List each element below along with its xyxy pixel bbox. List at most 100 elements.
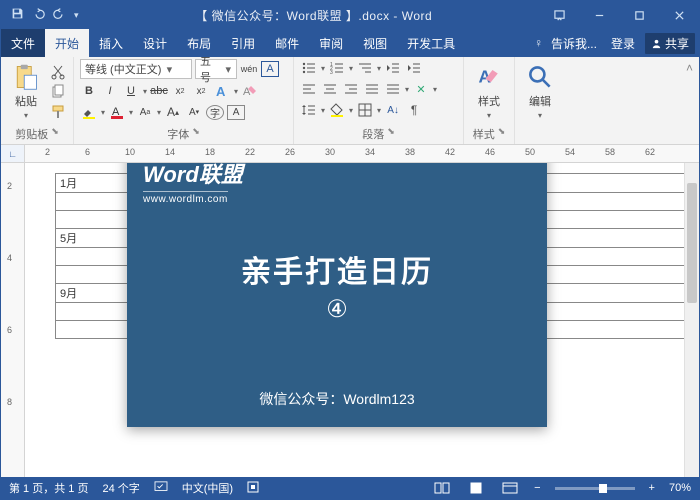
italic-button[interactable]: I — [101, 82, 119, 100]
launcher-icon[interactable]: ⬊ — [51, 126, 59, 142]
zoom-value[interactable]: 70% — [669, 482, 691, 494]
view-web-icon[interactable] — [500, 482, 520, 494]
font-color-icon[interactable]: A — [108, 103, 126, 121]
ruler-horizontal[interactable]: ∟ 261014182226303438424650545862 — [1, 145, 699, 163]
paste-button[interactable]: 粘贴 ▾ — [7, 59, 45, 120]
font-name-combo[interactable]: 等线 (中文正文)▾ — [80, 59, 192, 79]
collapse-ribbon-icon[interactable]: ˄ — [686, 61, 693, 75]
justify-icon[interactable] — [363, 80, 381, 98]
show-marks-icon[interactable]: ¶ — [405, 101, 423, 119]
decrease-indent-icon[interactable] — [384, 59, 402, 77]
zoom-slider[interactable] — [555, 487, 635, 490]
chevron-down-icon[interactable]: ▾ — [165, 63, 173, 76]
align-left-icon[interactable] — [300, 80, 318, 98]
status-macro-icon[interactable] — [247, 481, 259, 496]
tab-review[interactable]: 审阅 — [309, 29, 353, 57]
cut-icon[interactable] — [49, 63, 67, 81]
phonetic-guide-icon[interactable]: wén — [240, 60, 258, 78]
ruler-tick: 4 — [7, 253, 12, 263]
sort-icon[interactable]: A↓ — [384, 101, 402, 119]
document-area: 2468 1月4月 5月8月 9月12月 Word联盟 www.wordlm.c… — [1, 163, 699, 477]
status-language[interactable]: 中文(中国) — [182, 480, 233, 496]
asian-layout-icon[interactable]: ✕ — [412, 80, 430, 98]
text-effects-icon[interactable]: A — [213, 82, 231, 100]
editing-button[interactable]: 编辑 ▾ — [521, 59, 559, 120]
ruler-tick: 6 — [85, 147, 90, 157]
tell-me-icon: ♀ — [534, 36, 543, 50]
zoom-out-icon[interactable]: − — [534, 482, 540, 494]
shrink-font-icon[interactable]: A▾ — [185, 103, 203, 121]
group-font: 等线 (中文正文)▾ 五号▾ wén A B I U▾ abc x2 x2 A▾… — [74, 57, 294, 144]
tab-mail[interactable]: 邮件 — [265, 29, 309, 57]
minimize-icon[interactable] — [579, 1, 619, 29]
tell-me[interactable]: 告诉我... — [547, 35, 601, 52]
launcher-icon[interactable]: ⬊ — [387, 126, 395, 142]
view-print-icon[interactable] — [466, 482, 486, 494]
shading-icon[interactable] — [328, 101, 346, 119]
scrollbar-thumb[interactable] — [687, 183, 697, 303]
ruler-tick: 46 — [485, 147, 495, 157]
character-border-icon[interactable]: A — [261, 61, 279, 77]
chevron-down-icon[interactable]: ▾ — [225, 63, 232, 76]
close-icon[interactable] — [659, 1, 699, 29]
tab-insert[interactable]: 插入 — [89, 29, 133, 57]
ruler-tick: 6 — [7, 325, 12, 335]
clipboard-label: 剪贴板 — [15, 126, 48, 142]
borders-icon[interactable] — [356, 101, 374, 119]
overlay-footer: 微信公众号：Wordlm123 — [127, 389, 547, 409]
multilevel-list-icon[interactable] — [356, 59, 374, 77]
increase-indent-icon[interactable] — [405, 59, 423, 77]
group-clipboard: 粘贴 ▾ 剪贴板⬊ — [1, 57, 74, 144]
line-spacing-icon[interactable] — [300, 101, 318, 119]
redo-icon[interactable] — [53, 7, 66, 23]
superscript-button[interactable]: x2 — [192, 82, 210, 100]
save-icon[interactable] — [11, 7, 24, 23]
scrollbar-vertical[interactable] — [684, 163, 699, 477]
tab-references[interactable]: 引用 — [221, 29, 265, 57]
highlight-icon[interactable] — [80, 103, 98, 121]
status-words[interactable]: 24 个字 — [102, 480, 139, 496]
font-size-combo[interactable]: 五号▾ — [195, 59, 237, 79]
char-a-icon[interactable]: A — [227, 105, 245, 120]
ruler-tick: 62 — [645, 147, 655, 157]
subscript-button[interactable]: x2 — [171, 82, 189, 100]
bold-button[interactable]: B — [80, 82, 98, 100]
ruler-vertical[interactable]: 2468 — [1, 163, 25, 477]
document-canvas[interactable]: 1月4月 5月8月 9月12月 Word联盟 www.wordlm.com 亲手… — [25, 163, 699, 477]
align-center-icon[interactable] — [321, 80, 339, 98]
ribbon-tabs: 文件 开始 插入 设计 布局 引用 邮件 审阅 视图 开发工具 ♀ 告诉我...… — [1, 29, 699, 57]
tab-design[interactable]: 设计 — [133, 29, 177, 57]
tab-file[interactable]: 文件 — [1, 29, 45, 57]
strikethrough-button[interactable]: abc — [150, 82, 168, 100]
qat-dropdown-icon[interactable]: ▾ — [74, 10, 79, 21]
align-right-icon[interactable] — [342, 80, 360, 98]
view-read-icon[interactable] — [432, 482, 452, 494]
clear-formatting-icon[interactable]: A — [241, 82, 259, 100]
tab-developer[interactable]: 开发工具 — [397, 29, 465, 57]
zoom-in-icon[interactable]: + — [649, 482, 655, 494]
bullets-icon[interactable] — [300, 59, 318, 77]
launcher-icon[interactable]: ⬊ — [498, 126, 506, 142]
sign-in[interactable]: 登录 — [605, 35, 641, 52]
title-bar: ▾ 【 微信公众号：Word联盟 】.docx - Word — [1, 1, 699, 29]
status-spellcheck-icon[interactable] — [154, 481, 168, 496]
char-shading-icon[interactable]: Aa — [136, 103, 154, 121]
tab-selector[interactable]: ∟ — [1, 145, 25, 162]
ribbon-options-icon[interactable] — [539, 1, 579, 29]
launcher-icon[interactable]: ⬊ — [192, 126, 200, 142]
styles-button[interactable]: A 样式 ▾ — [470, 59, 508, 120]
tab-view[interactable]: 视图 — [353, 29, 397, 57]
share-button[interactable]: 共享 — [645, 33, 695, 54]
status-page[interactable]: 第 1 页，共 1 页 — [9, 480, 88, 496]
undo-icon[interactable] — [32, 7, 45, 23]
maximize-icon[interactable] — [619, 1, 659, 29]
format-painter-icon[interactable] — [49, 103, 67, 121]
distributed-icon[interactable] — [384, 80, 402, 98]
enclose-char-icon[interactable]: 字 — [206, 105, 224, 120]
numbering-icon[interactable]: 123 — [328, 59, 346, 77]
underline-button[interactable]: U — [122, 82, 140, 100]
tab-home[interactable]: 开始 — [45, 29, 89, 57]
grow-font-icon[interactable]: A▴ — [164, 103, 182, 121]
copy-icon[interactable] — [49, 83, 67, 101]
zoom-slider-thumb[interactable] — [599, 484, 607, 493]
